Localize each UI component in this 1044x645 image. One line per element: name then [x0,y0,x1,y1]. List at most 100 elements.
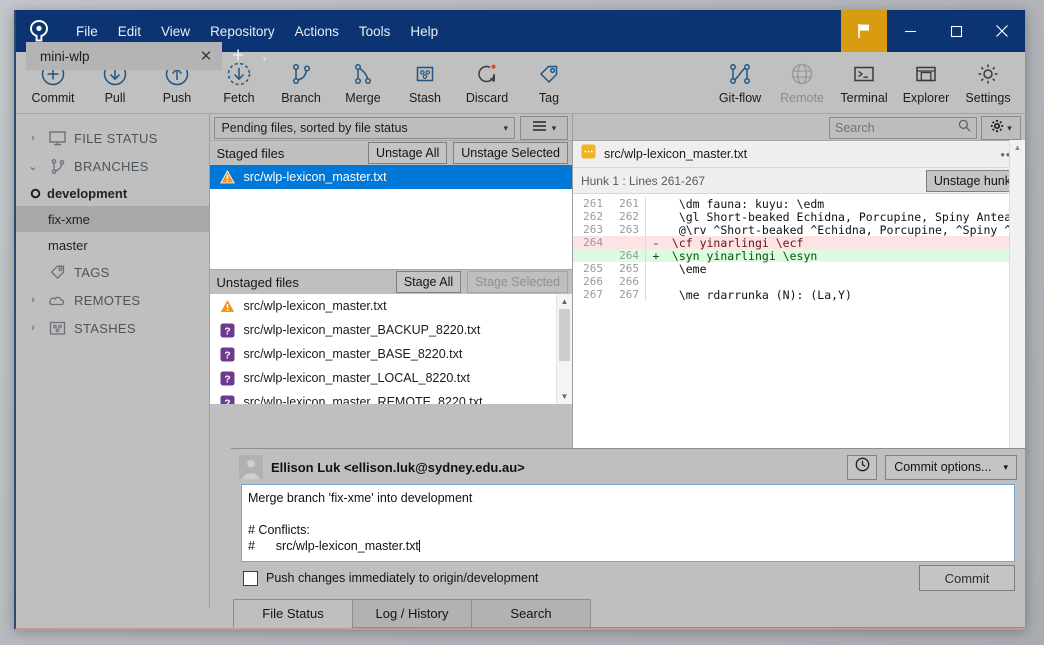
commit-options-dropdown[interactable]: Commit options... ▾ [885,454,1017,480]
menu-tools[interactable]: Tools [349,20,401,43]
commit-author: Ellison Luk <ellison.luk@sydney.edu.au> [271,459,525,475]
explorer-button[interactable]: Explorer [895,54,957,112]
view-mode-button[interactable]: ▾ [519,116,568,140]
list-item[interactable]: src/wlp-lexicon_master.txt [210,165,572,189]
close-icon[interactable]: ✕ [196,46,216,66]
menu-actions[interactable]: Actions [285,20,349,43]
diff-file-name: src/wlp-lexicon_master.txt [603,147,748,161]
unstaged-files-list[interactable]: src/wlp-lexicon_master.txt ? src/wlp-lex… [210,294,572,404]
diff-line-text: \eme [664,261,707,276]
branch-button[interactable]: Branch [270,54,332,112]
commit-submit-button[interactable]: Commit [919,565,1015,591]
repository-tab-strip: mini-wlp ✕ + ▾ [16,40,275,70]
sidebar-item-tags[interactable]: TAGS [16,258,209,286]
push-immediately-label: Push changes immediately to origin/devel… [266,571,539,585]
window-controls [841,10,1025,52]
add-tab-icon[interactable]: + [222,44,254,68]
minimize-icon[interactable] [887,10,933,52]
diff-old-line-number: 263 [583,223,603,236]
flag-icon[interactable] [841,10,887,52]
chevron-down-icon[interactable]: ▾ [254,54,275,65]
diff-settings-button[interactable]: ▾ [981,116,1021,140]
tab-bar-filler [590,601,1025,628]
sidebar-item-file-status[interactable]: › FILE STATUS [16,124,209,152]
chevron-down-icon[interactable]: ⌄ [26,160,40,173]
stage-selected-button[interactable]: Stage Selected [467,271,568,293]
diff-line: 261 261 \dm fauna: kuyu: \edm [573,197,1025,211]
list-item[interactable]: ? src/wlp-lexicon_master_BASE_8220.txt [210,342,572,366]
diff-line-added: 264 + \syn yinarlingi \esyn [572,249,1025,263]
terminal-button-label: Terminal [840,91,888,105]
diff-line: 265 265 \eme [573,261,1025,276]
repo-tab-label: mini-wlp [40,48,90,64]
chevron-down-icon[interactable]: ▾ [552,123,557,134]
diff-new-line-number: 264 [619,249,639,262]
list-item[interactable]: ? src/wlp-lexicon_master_BACKUP_8220.txt [210,318,572,342]
sidebar-item-stashes[interactable]: › STASHES [16,314,209,342]
stage-all-button[interactable]: Stage All [395,271,462,293]
chevron-down-icon: ▾ [503,122,508,133]
git-flow-button[interactable]: Git-flow [709,54,771,112]
tag-button[interactable]: Tag [518,54,580,112]
remote-button[interactable]: Remote [771,54,833,112]
commit-message-input[interactable]: Merge branch 'fix-xme' into development … [241,484,1015,562]
sidebar-item-remotes[interactable]: › REMOTES [16,286,209,314]
diff-old-line-number: 266 [583,275,603,288]
diff-file-header: src/wlp-lexicon_master.txt ••• [572,140,1025,168]
staged-files-title: Staged files [216,145,285,161]
unstage-selected-button[interactable]: Unstage Selected [453,142,568,164]
search-input[interactable]: Search [829,117,977,139]
commit-options-label: Commit options... [894,460,992,474]
chevron-down-icon[interactable]: ▾ [1007,123,1012,134]
sidebar-item-branches[interactable]: ⌄ BRANCHES [16,152,209,180]
unstaged-list-scrollbar[interactable]: ▲ ▼ [555,294,572,404]
merge-button[interactable]: Merge [332,54,394,112]
pending-files-sort-dropdown[interactable]: Pending files, sorted by file status ▾ [214,117,515,139]
sidebar-branch-fix-xme[interactable]: fix-xme [16,206,210,232]
unstage-all-button[interactable]: Unstage All [368,142,448,164]
tab-log-history[interactable]: Log / History [352,599,472,628]
menu-help[interactable]: Help [400,20,448,43]
commit-history-button[interactable] [847,454,878,480]
list-view-icon [532,119,547,137]
terminal-button[interactable]: Terminal [833,54,895,112]
sidebar-branch-development[interactable]: development [16,180,209,206]
close-icon[interactable] [979,10,1025,52]
scroll-up-icon[interactable]: ▲ [557,294,572,309]
scroll-up-icon[interactable]: ▲ [1014,140,1022,155]
staged-files-list[interactable]: src/wlp-lexicon_master.txt [210,165,572,269]
tab-file-status[interactable]: File Status [233,599,353,628]
svg-text:?: ? [225,397,231,404]
chevron-right-icon[interactable]: › [26,294,40,306]
diff-line-text: @\rv ^Short-beaked ^Echidna, Porcupine, … [664,222,1025,237]
scroll-down-icon[interactable]: ▼ [557,389,572,404]
diff-old-line-number: 262 [583,210,603,223]
title-bar: File Edit View Repository Actions Tools … [16,10,1025,70]
settings-button[interactable]: Settings [957,54,1019,112]
sidebar-branch-master[interactable]: master [16,232,209,258]
list-item[interactable]: ? src/wlp-lexicon_master_LOCAL_8220.txt [210,366,572,390]
diff-new-line-number: 266 [619,275,639,288]
maximize-icon[interactable] [933,10,979,52]
stash-button[interactable]: Stash [394,54,456,112]
repo-tab-mini-wlp[interactable]: mini-wlp ✕ [26,42,222,70]
chevron-right-icon[interactable]: › [26,322,40,334]
diff-line-text: \cf yinarlingi \ecf [664,235,804,250]
diff-gutter-divider [644,275,646,288]
branch-icon [46,158,68,175]
search-icon[interactable] [958,119,971,137]
list-item[interactable]: ? src/wlp-lexicon_master_REMOTE_8220.txt [210,390,572,404]
git-flow-button-label: Git-flow [718,91,762,105]
sidebar-branch-label: master [48,237,88,253]
globe-icon [789,60,815,88]
diff-old-line-number: 267 [583,288,603,301]
list-item[interactable]: src/wlp-lexicon_master.txt [210,294,572,318]
sidebar-item-label: FILE STATUS [74,130,158,146]
chevron-right-icon[interactable]: › [26,132,40,144]
bottom-tab-bar: File Status Log / History Search [231,595,1025,628]
tab-search[interactable]: Search [471,599,591,628]
unstage-hunk-button[interactable]: Unstage hunk [925,169,1019,192]
push-immediately-checkbox[interactable] [243,570,258,586]
scrollbar-thumb[interactable] [558,309,570,361]
discard-button[interactable]: Discard [456,54,518,112]
